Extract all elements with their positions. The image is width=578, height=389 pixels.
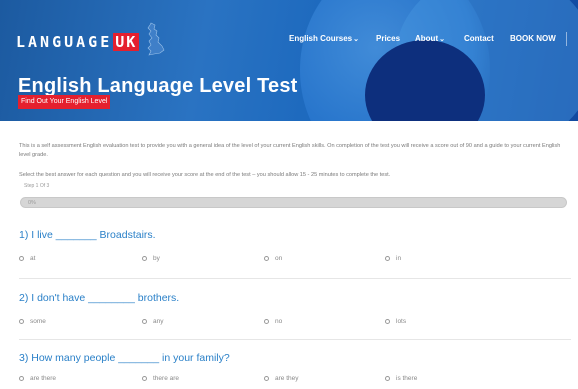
answer-label: there are [153, 375, 180, 382]
chevron-down-icon: ⌄ [353, 36, 359, 43]
answer-label: some [30, 318, 46, 325]
answer-label: are they [275, 375, 299, 382]
question-text: 2) I don't have ________ brothers. [19, 292, 180, 304]
answer-label: no [275, 318, 283, 325]
answer-label: in [396, 255, 402, 262]
question-divider [19, 339, 571, 340]
radio-button[interactable] [264, 376, 269, 381]
chevron-down-icon: ⌄ [439, 36, 445, 43]
radio-button[interactable] [142, 256, 147, 261]
test-content: This is a self assessment English evalua… [0, 121, 578, 389]
answer-option[interactable]: no [264, 318, 282, 325]
answer-label: on [275, 255, 283, 262]
test-intro: This is a self assessment English evalua… [19, 143, 561, 158]
hero-subtitle-badge: Find Out Your English Level [18, 95, 111, 109]
radio-button[interactable] [264, 319, 269, 324]
nav-label: English Courses [289, 34, 353, 43]
nav-divider [566, 32, 567, 46]
radio-button[interactable] [264, 256, 269, 261]
nav-label: About [415, 34, 439, 43]
radio-button[interactable] [385, 319, 390, 324]
answer-option[interactable]: there are [142, 375, 179, 382]
answer-label: at [30, 255, 36, 262]
test-instructions: Select the best answer for each question… [19, 172, 391, 178]
radio-button[interactable] [142, 319, 147, 324]
answer-option[interactable]: by [142, 255, 160, 262]
answer-option[interactable]: at [19, 255, 35, 262]
main-nav: English Courses⌄ Prices About⌄ Contact B… [0, 32, 578, 47]
question-divider [19, 278, 571, 279]
answer-options: some any no lots [19, 318, 571, 330]
nav-prices[interactable]: Prices [376, 33, 400, 45]
progress-bar: 0% [20, 197, 567, 208]
question-text: 3) How many people _______ in your famil… [19, 352, 230, 364]
answer-option[interactable]: lots [385, 318, 406, 325]
answer-label: is there [396, 375, 418, 382]
answer-option[interactable]: are they [264, 375, 299, 382]
nav-label: BOOK NOW [510, 34, 556, 43]
question-text: 1) I live _______ Broadstairs. [19, 229, 156, 241]
hero-banner: LANGUAGE UK English Courses⌄ Prices Abou… [0, 0, 578, 121]
answer-label: by [153, 255, 160, 262]
nav-english-courses[interactable]: English Courses⌄ [289, 33, 359, 46]
question-block: 2) I don't have ________ brothers. some … [19, 292, 571, 330]
answer-label: are there [30, 375, 57, 382]
radio-button[interactable] [19, 256, 24, 261]
radio-button[interactable] [19, 319, 24, 324]
answer-option[interactable]: on [264, 255, 282, 262]
answer-options: are there there are are they is there [19, 375, 571, 387]
answer-option[interactable]: is there [385, 375, 417, 382]
progress-label: 0% [28, 200, 36, 206]
step-indicator: Step 1 Of 3 [24, 183, 50, 189]
radio-button[interactable] [385, 256, 390, 261]
nav-book-now[interactable]: BOOK NOW [510, 33, 556, 45]
radio-button[interactable] [19, 376, 24, 381]
answer-option[interactable]: in [385, 255, 401, 262]
question-block: 1) I live _______ Broadstairs. at by on … [19, 229, 571, 267]
answer-option[interactable]: are there [19, 375, 56, 382]
radio-button[interactable] [385, 376, 390, 381]
answer-options: at by on in [19, 255, 571, 267]
nav-about[interactable]: About⌄ [415, 33, 445, 46]
answer-label: any [153, 318, 164, 325]
nav-contact[interactable]: Contact [464, 33, 494, 45]
nav-label: Prices [376, 34, 401, 43]
question-block: 3) How many people _______ in your famil… [19, 352, 571, 387]
answer-label: lots [396, 318, 407, 325]
answer-option[interactable]: some [19, 318, 46, 325]
answer-option[interactable]: any [142, 318, 163, 325]
radio-button[interactable] [142, 376, 147, 381]
nav-label: Contact [464, 34, 494, 43]
